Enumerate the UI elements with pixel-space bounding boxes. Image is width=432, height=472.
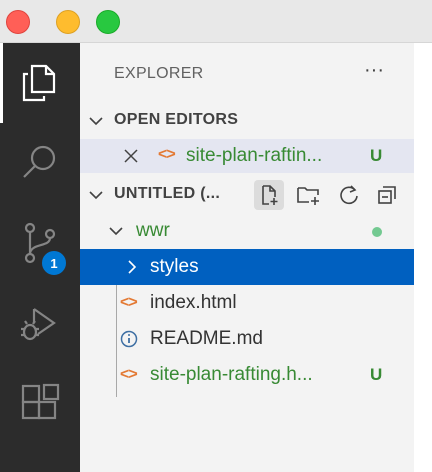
files-icon [22, 64, 56, 102]
open-editors-header[interactable]: OPEN EDITORS [80, 103, 414, 137]
tree-item-label: styles [150, 256, 199, 277]
untracked-indicator: U [370, 365, 383, 384]
workspace-title: UNTITLED (... [114, 185, 221, 202]
minimize-window-button[interactable] [56, 10, 80, 34]
tree-item-styles[interactable]: styles [80, 249, 414, 285]
tree-item-readme[interactable]: README.md [80, 321, 414, 357]
close-window-button[interactable] [6, 10, 30, 34]
refresh-icon [340, 185, 358, 205]
explorer-title: EXPLORER [114, 65, 204, 82]
new-file-icon [262, 185, 278, 205]
html-file-icon: <> [158, 146, 176, 163]
source-control-badge: 1 [40, 249, 68, 277]
new-file-button[interactable] [254, 180, 284, 210]
activity-bar: 1 [0, 43, 80, 472]
explorer-activity-button[interactable] [0, 43, 80, 123]
tree-item-label: index.html [150, 292, 237, 313]
refresh-button[interactable] [334, 180, 364, 210]
tree-item-label: README.md [150, 328, 263, 349]
html-file-icon: <> [120, 294, 138, 311]
chevron-right-icon [128, 260, 137, 274]
modified-dot [372, 227, 382, 237]
extensions-activity-button[interactable] [0, 363, 80, 443]
untracked-indicator: U [370, 146, 383, 165]
tree-folder-wwr[interactable]: wwr [80, 213, 414, 249]
chevron-down-icon [89, 117, 103, 126]
run-debug-activity-button[interactable] [0, 283, 80, 363]
tree-item-label: site-plan-rafting.h... [150, 364, 313, 385]
collapse-all-button[interactable] [372, 180, 402, 210]
editor-edge [414, 43, 432, 472]
info-icon [120, 330, 138, 348]
explorer-sidebar: EXPLORER ··· OPEN EDITORS <> site-plan-r… [80, 43, 414, 472]
source-control-activity-button[interactable]: 1 [0, 203, 80, 283]
folder-name: wwr [136, 220, 170, 241]
open-editor-item[interactable]: <> site-plan-raftin... U [80, 139, 414, 173]
new-folder-icon [297, 187, 319, 205]
tree-item-site-plan[interactable]: <> site-plan-rafting.h... U [80, 357, 414, 393]
open-editor-filename: site-plan-raftin... [186, 145, 323, 166]
html-file-icon: <> [120, 366, 138, 383]
search-icon [23, 145, 56, 178]
window-titlebar [0, 0, 432, 43]
workspace-header[interactable]: UNTITLED (... [80, 177, 414, 211]
open-editors-title: OPEN EDITORS [114, 111, 239, 128]
tree-item-index-html[interactable]: <> index.html [80, 285, 414, 321]
chevron-down-icon [109, 227, 123, 236]
zoom-window-button[interactable] [96, 10, 120, 34]
search-activity-button[interactable] [0, 123, 80, 203]
more-actions-icon[interactable]: ··· [362, 60, 386, 85]
collapse-all-icon [378, 186, 396, 204]
extensions-icon [21, 383, 60, 420]
new-folder-button[interactable] [294, 180, 324, 210]
close-icon[interactable] [124, 149, 138, 163]
run-debug-icon [21, 308, 56, 341]
chevron-down-icon [89, 191, 103, 200]
